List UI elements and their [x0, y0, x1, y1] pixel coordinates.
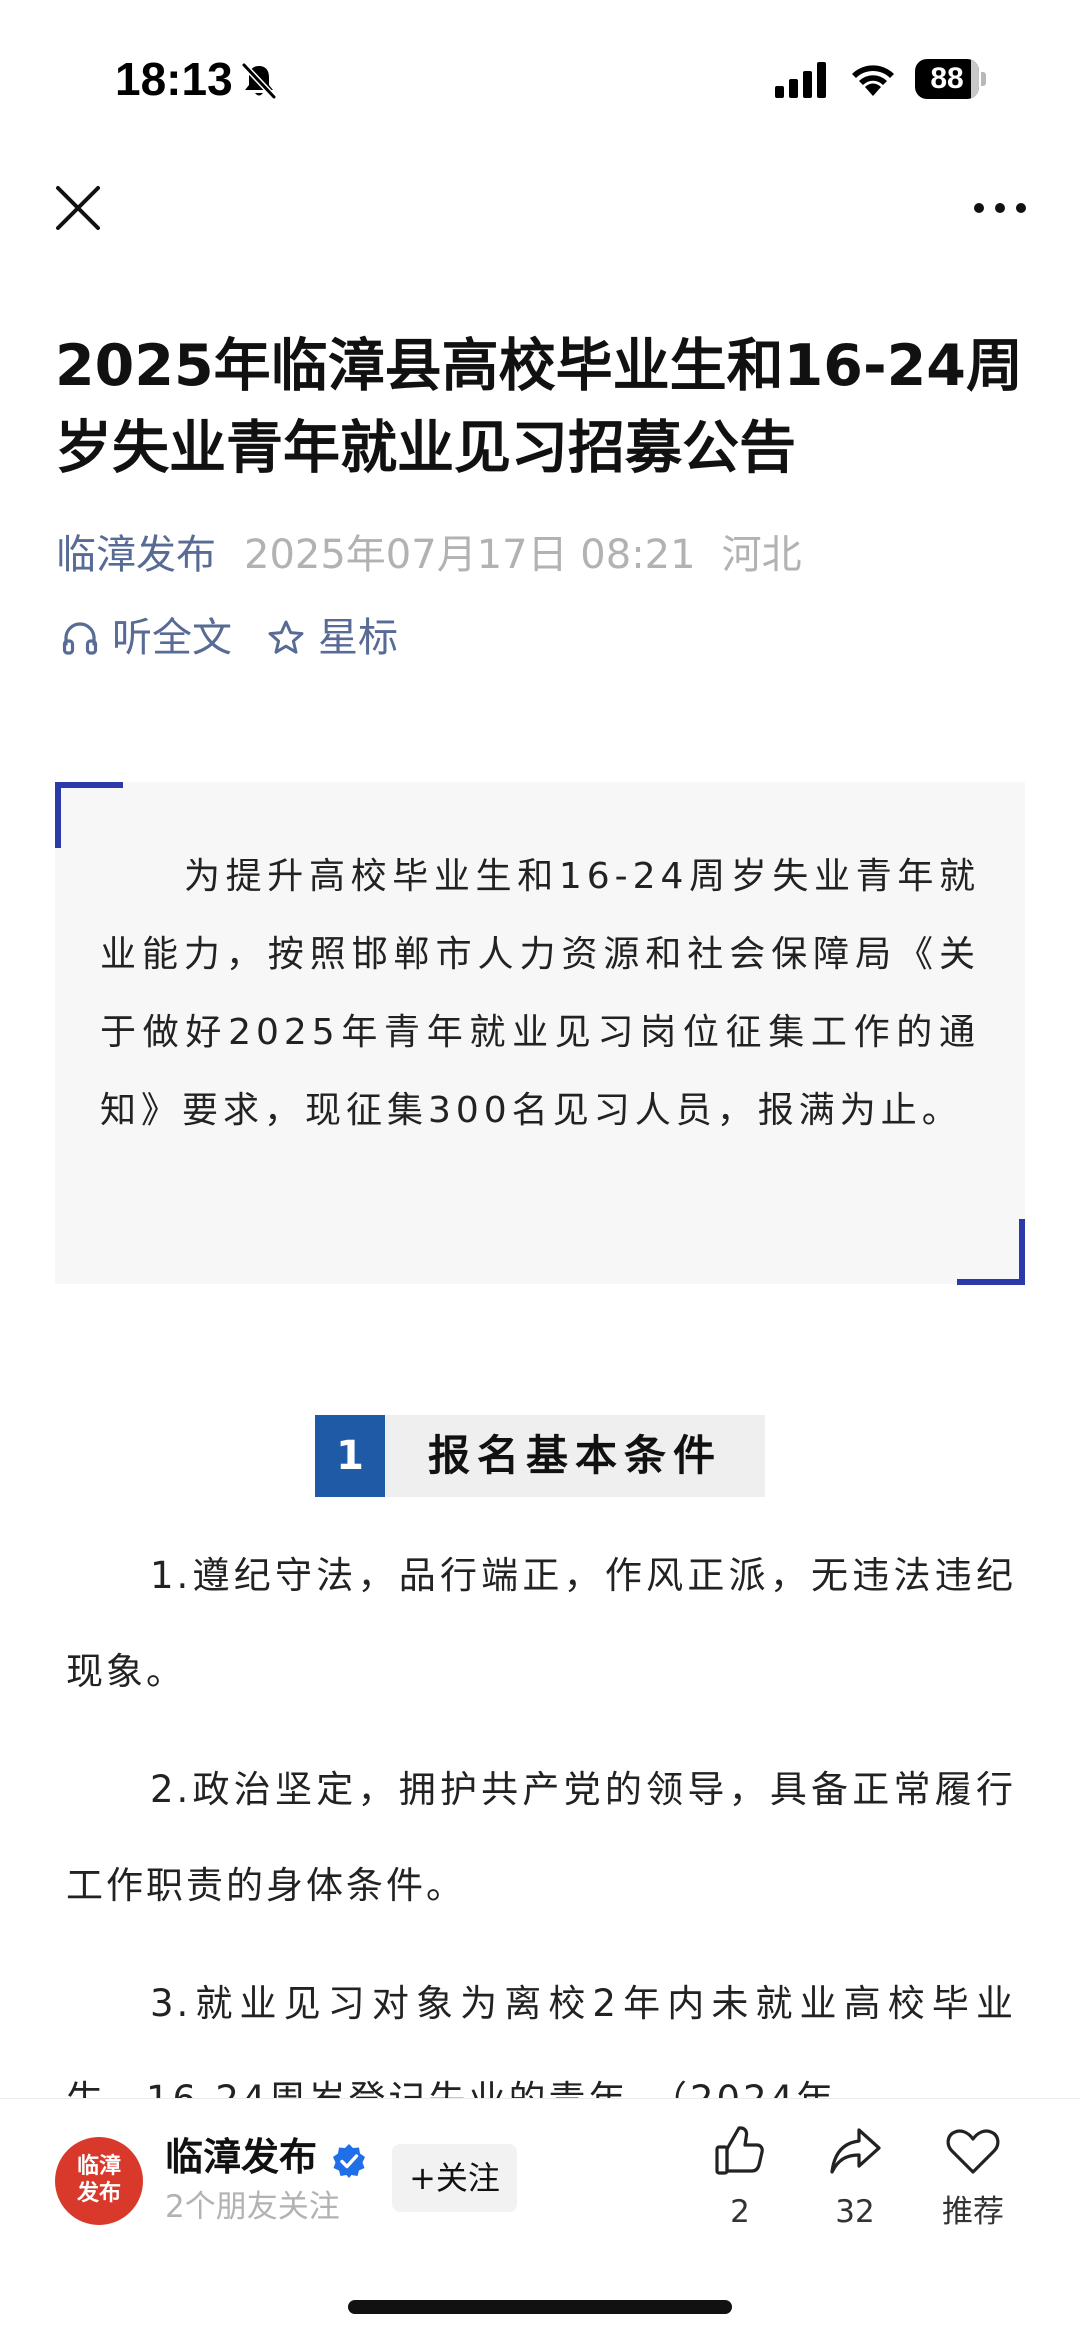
headphones-icon [62, 622, 98, 655]
avatar-text-line1: 临漳 [76, 2154, 121, 2179]
listen-button[interactable]: 听全文 [60, 610, 232, 666]
heart-icon [946, 2129, 1000, 2174]
article-meta: 临漳发布 2025年07月17日 08:21 河北 [56, 528, 802, 582]
status-time: 18:13 [115, 53, 233, 105]
status-bar: 18:13 88 [0, 0, 1080, 160]
star-button[interactable]: 星标 [266, 610, 398, 666]
bell-slash-icon [241, 62, 277, 100]
follow-button[interactable]: +关注 [392, 2144, 517, 2212]
share-button[interactable]: 32 [800, 2123, 910, 2243]
quote-corner-top-left-vertical [55, 782, 61, 848]
quote-corner-top-left [55, 782, 123, 788]
battery-cap [981, 72, 986, 86]
publish-date: 2025年07月17日 08:21 [244, 532, 696, 578]
battery-level: 88 [930, 62, 964, 95]
signal-icon [775, 62, 826, 98]
body-paragraph: 2.政治坚定，拥护共产党的领导，具备正常履行工作职责的身体条件。 [66, 1768, 1016, 1907]
publish-location: 河北 [721, 532, 802, 578]
battery-icon: 88 [915, 59, 986, 99]
quote-corner-bottom-right-vertical [1019, 1219, 1025, 1285]
star-label: 星标 [318, 615, 398, 661]
share-count: 32 [835, 2194, 875, 2230]
like-button[interactable]: 2 [685, 2123, 795, 2243]
article-title: 2025年临漳县高校毕业生和16-24周岁失业青年就业见习招募公告 [55, 333, 1023, 481]
share-arrow-icon [830, 2128, 881, 2174]
section-heading: 1 报名基本条件 [315, 1415, 765, 1497]
section-number: 1 [315, 1415, 385, 1497]
verified-icon [333, 2144, 365, 2178]
author-link[interactable]: 临漳发布 [56, 532, 216, 578]
home-indicator[interactable] [348, 2300, 732, 2314]
intro-text: 为提升高校毕业生和16-24周岁失业青年就业能力，按照邯郸市人力资源和社会保障局… [100, 856, 980, 1131]
quote-corner-bottom-right [957, 1279, 1025, 1285]
like-count: 2 [730, 2194, 750, 2230]
avatar-text-line2: 发布 [76, 2181, 121, 2206]
close-button[interactable] [50, 180, 106, 236]
wifi-icon [852, 65, 894, 96]
body-paragraph: 1.遵纪守法，品行端正，作风正派，无违法违纪现象。 [66, 1554, 1016, 1693]
section-label: 报名基本条件 [385, 1415, 765, 1497]
friends-follow-count: 2个朋友关注 [165, 2189, 340, 2225]
recommend-button[interactable]: 推荐 [918, 2123, 1028, 2243]
battery-body: 88 [915, 59, 979, 99]
avatar[interactable]: 临漳 发布 [55, 2137, 143, 2225]
more-dots-icon[interactable] [970, 190, 1030, 226]
thumbs-up-icon [715, 2126, 764, 2175]
article-actions: 听全文 星标 [60, 610, 398, 666]
account-name[interactable]: 临漳发布 [165, 2133, 317, 2181]
star-icon [268, 620, 304, 654]
listen-label: 听全文 [112, 615, 232, 661]
recommend-label: 推荐 [942, 2194, 1004, 2230]
